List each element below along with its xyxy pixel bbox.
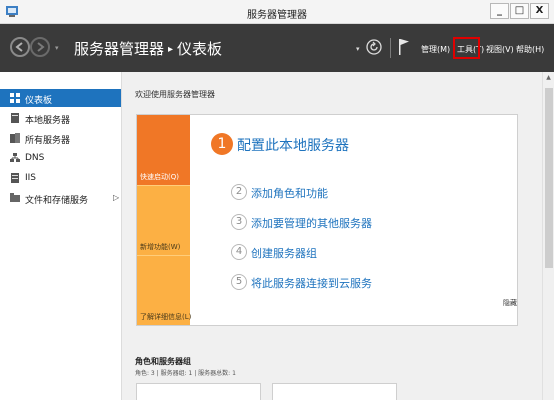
welcome-tile: 快速启动(Q) 新增功能(W) 了解详细信息(L) 1 配置此本地服务器 2 添… bbox=[136, 114, 518, 326]
sidebar-item-label: IIS bbox=[25, 173, 37, 183]
sidebar-item-file-storage[interactable]: 文件和存储服务 ▷ bbox=[0, 189, 121, 207]
servers-icon bbox=[10, 133, 20, 143]
sidebar: 仪表板 本地服务器 所有服务器 DNS IIS 文件和存储服务 ▷ bbox=[0, 72, 122, 400]
step-number-badge: 3 bbox=[231, 214, 247, 230]
step-link-text: 配置此本地服务器 bbox=[237, 138, 349, 154]
role-tile[interactable] bbox=[136, 383, 261, 400]
scroll-up-icon[interactable]: ▲ bbox=[543, 72, 554, 84]
step-number-badge: 4 bbox=[231, 244, 247, 260]
sidebar-item-label: 仪表板 bbox=[25, 96, 53, 106]
quick-start-label: 快速启动(Q) bbox=[140, 173, 179, 181]
learn-more-tab[interactable]: 了解详细信息(L) bbox=[137, 255, 192, 325]
role-tile[interactable] bbox=[272, 383, 397, 400]
learn-more-label: 了解详细信息(L) bbox=[140, 313, 192, 321]
forward-arrow-icon bbox=[37, 42, 45, 52]
quick-start-tab[interactable]: 快速启动(Q) bbox=[137, 115, 190, 185]
refresh-icon[interactable] bbox=[366, 39, 382, 55]
notifications-flag-icon[interactable] bbox=[398, 38, 410, 56]
whats-new-label: 新增功能(W) bbox=[140, 243, 181, 251]
menu-manage[interactable]: 管理(M) bbox=[421, 44, 450, 55]
menu-help[interactable]: 帮助(H) bbox=[516, 44, 544, 55]
breadcrumb-separator-icon: ▸ bbox=[168, 44, 174, 55]
sidebar-item-all-servers[interactable]: 所有服务器 bbox=[0, 129, 121, 147]
sidebar-item-dns[interactable]: DNS bbox=[0, 149, 121, 167]
server-icon bbox=[11, 113, 19, 123]
back-button[interactable] bbox=[10, 37, 30, 57]
vertical-scrollbar[interactable]: ▲ bbox=[542, 72, 554, 400]
dashboard-icon bbox=[10, 93, 20, 103]
back-arrow-icon bbox=[15, 42, 23, 52]
header-dropdown[interactable]: ▾ bbox=[356, 45, 360, 53]
nav-history-dropdown[interactable]: ▾ bbox=[55, 44, 59, 52]
tools-highlight-box bbox=[453, 37, 480, 59]
sidebar-item-dashboard[interactable]: 仪表板 bbox=[0, 89, 121, 107]
breadcrumb: 服务器管理器 ▸ 仪表板 bbox=[74, 38, 222, 59]
sidebar-item-label: 所有服务器 bbox=[25, 136, 71, 146]
dns-icon bbox=[10, 153, 20, 162]
hide-link[interactable]: 隐藏 bbox=[503, 298, 517, 308]
step-link-text: 添加角色和功能 bbox=[251, 187, 328, 200]
step-number-badge: 5 bbox=[231, 274, 247, 290]
step-link-text: 添加要管理的其他服务器 bbox=[251, 217, 372, 230]
main-content: 欢迎使用服务器管理器 快速启动(Q) 新增功能(W) 了解详细信息(L) 1 配… bbox=[122, 72, 542, 400]
menu-view[interactable]: 视图(V) bbox=[486, 44, 514, 55]
sidebar-item-local-server[interactable]: 本地服务器 bbox=[0, 109, 121, 127]
welcome-heading: 欢迎使用服务器管理器 bbox=[135, 90, 215, 99]
window-title: 服务器管理器 bbox=[247, 10, 307, 21]
sidebar-item-iis[interactable]: IIS bbox=[0, 169, 121, 187]
storage-icon bbox=[10, 193, 20, 202]
breadcrumb-root[interactable]: 服务器管理器 bbox=[74, 40, 164, 58]
whats-new-tab[interactable]: 新增功能(W) bbox=[137, 185, 190, 255]
breadcrumb-current: 仪表板 bbox=[177, 40, 223, 58]
sidebar-item-label: 文件和存储服务 bbox=[25, 196, 89, 206]
chevron-right-icon[interactable]: ▷ bbox=[113, 193, 119, 202]
scroll-thumb[interactable] bbox=[545, 88, 553, 268]
sidebar-item-label: 本地服务器 bbox=[25, 116, 71, 126]
step-link-text: 创建服务器组 bbox=[251, 247, 317, 260]
header-bar: ▾ 服务器管理器 ▸ 仪表板 ▾ 管理(M) 工具(T) 视图(V) 帮助(H) bbox=[0, 24, 554, 72]
step-number-badge: 2 bbox=[231, 184, 247, 200]
sidebar-item-label: DNS bbox=[25, 153, 45, 163]
close-button[interactable]: X bbox=[530, 3, 549, 19]
forward-button[interactable] bbox=[30, 37, 50, 57]
roles-summary: 角色: 3 | 服务器组: 1 | 服务器总数: 1 bbox=[135, 370, 236, 377]
maximize-button[interactable]: □ bbox=[510, 3, 529, 19]
step-link-text: 将此服务器连接到云服务 bbox=[251, 277, 372, 290]
iis-icon bbox=[11, 173, 19, 183]
title-bar: 服务器管理器 _ □ X bbox=[0, 0, 554, 24]
step-number-badge: 1 bbox=[211, 133, 233, 155]
header-divider bbox=[390, 38, 391, 58]
roles-section-title: 角色和服务器组 bbox=[135, 357, 191, 366]
minimize-button[interactable]: _ bbox=[490, 3, 509, 19]
